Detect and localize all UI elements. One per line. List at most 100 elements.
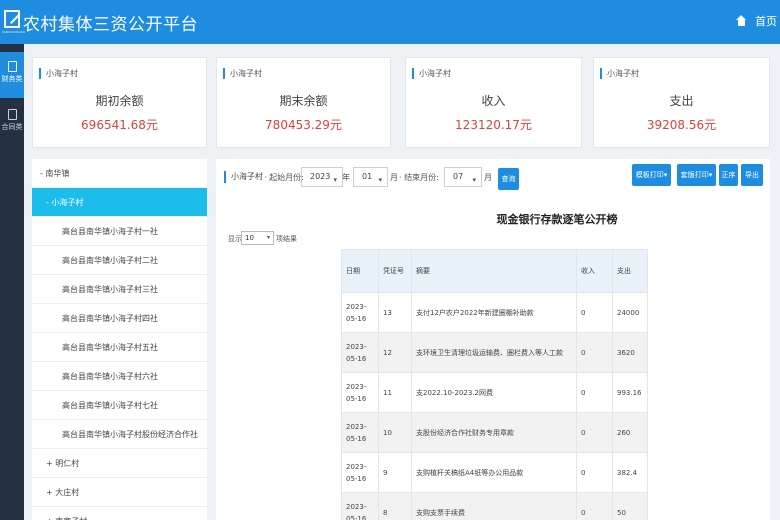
stat-label: 期末余额: [279, 94, 328, 108]
cell-summary: 支付12户农户2022年新建圈棚补助款: [411, 292, 577, 333]
year-unit: 年: [342, 173, 350, 182]
cell-expense: 3620: [612, 332, 648, 373]
tree-node-group[interactable]: 高台县南华镇小海子村二社: [32, 246, 207, 275]
stat-card-opening-balance: 小海子村 期初余额 696541.68元: [32, 57, 207, 148]
chevron-down-icon: ▾: [333, 176, 337, 184]
tree-node-group[interactable]: 高台县南华镇小海子村五社: [32, 333, 207, 362]
stat-card-closing-balance: 小海子村 期末余额 780453.29元: [216, 57, 391, 148]
stat-village: 小海子村: [600, 68, 639, 79]
cell-income: 0: [576, 452, 613, 493]
tree-node-group[interactable]: 高台县南华镇小海子村六社: [32, 362, 207, 391]
table-row: 2023-05-16 11 支2022.10-2023.2网费 0 993.16: [341, 372, 648, 413]
cell-voucher: 12: [378, 332, 412, 373]
sort-order-button[interactable]: 正序: [719, 164, 738, 186]
org-tree: - 南华镇 - 小海子村 高台县南华镇小海子村一社 高台县南华镇小海子村二社 高…: [32, 159, 207, 520]
stat-village: 小海子村: [412, 68, 451, 79]
cell-expense: 382.4: [612, 452, 648, 493]
home-icon[interactable]: [736, 15, 747, 27]
cell-income: 0: [576, 292, 613, 333]
table-row: 2023-05-16 9 支购植杆关稿纸A4纸等办公用品款 0 382.4: [341, 452, 648, 493]
table-row: 2023-05-16 13 支付12户农户2022年新建圈棚补助款 0 2400…: [341, 292, 648, 333]
tree-node-group[interactable]: 高台县南华镇小海子村股份经济合作社: [32, 420, 207, 449]
tree-node-village[interactable]: + 大庄村: [32, 478, 207, 507]
cell-date: 2023-05-16: [341, 492, 379, 520]
stat-value: 696541.68元: [81, 118, 158, 132]
print-package-button[interactable]: 套版打印▾: [677, 164, 716, 186]
logo-caption: SANZIGONGKAI: [2, 30, 26, 34]
tree-node-village[interactable]: + 南寨子村: [32, 507, 207, 520]
month-unit: 月: [390, 173, 398, 182]
cell-voucher: 11: [378, 372, 412, 413]
cell-summary: 支2022.10-2023.2网费: [411, 372, 577, 413]
end-month-select[interactable]: 07 ▾: [444, 167, 482, 187]
query-button[interactable]: 查询: [498, 168, 519, 190]
cell-expense: 50: [612, 492, 648, 520]
calculator-icon: [7, 61, 17, 72]
chevron-down-icon: ▾: [378, 176, 382, 184]
start-month-label: · 起始月份:: [264, 173, 304, 182]
nav-contract-label: 合同类: [1, 123, 23, 131]
end-month-label: · 结束月份:: [399, 173, 439, 182]
filter-village: 小海子村: [224, 171, 263, 183]
cell-expense: 993.16: [612, 372, 648, 413]
page-size-suffix: 项结果: [276, 235, 297, 243]
header-expense[interactable]: 支出: [612, 249, 648, 293]
table-row: 2023-05-16 10 支股份经济合作社财务专用章款 0 260: [341, 412, 648, 453]
end-month-unit: 月: [484, 173, 492, 182]
tree-node-group[interactable]: 高台县南华镇小海子村三社: [32, 275, 207, 304]
header-income[interactable]: 收入: [576, 249, 613, 293]
tree-node-group[interactable]: 高台县南华镇小海子村七社: [32, 391, 207, 420]
app-title: 农村集体三资公开平台: [23, 15, 198, 35]
logo-mark-icon: [4, 10, 20, 28]
nav-finance-label: 财务类: [1, 75, 23, 83]
cell-expense: 24000: [612, 292, 648, 333]
stat-label: 期初余额: [95, 94, 144, 108]
table-row: 2023-05-16 12 支环境卫生清理垃圾运输费、圈栏费入等人工款 0 36…: [341, 332, 648, 373]
year-value: 2023: [310, 172, 331, 181]
cell-voucher: 10: [378, 412, 412, 453]
cell-summary: 支购支票手续费: [411, 492, 577, 520]
stat-value: 39208.56元: [646, 118, 717, 132]
cell-income: 0: [576, 372, 613, 413]
start-month-select[interactable]: 01 ▾: [353, 167, 388, 187]
table-header-row: 日期 凭证号 摘要 收入 支出: [341, 249, 648, 293]
header-voucher[interactable]: 凭证号: [378, 249, 412, 293]
table-title: 现金银行存款逐笔公开榜: [496, 213, 618, 226]
cell-voucher: 8: [378, 492, 412, 520]
stat-label: 支出: [669, 94, 694, 108]
page-size-select[interactable]: 10 ▾: [241, 231, 274, 245]
chevron-down-icon: ▾: [472, 176, 476, 184]
page-size-value: 10: [245, 234, 254, 242]
tree-node-group[interactable]: 高台县南华镇小海子村一社: [32, 217, 207, 246]
ledger-table: 日期 凭证号 摘要 收入 支出 2023-05-16 13 支付12户农户202…: [341, 249, 648, 520]
cell-date: 2023-05-16: [341, 292, 379, 333]
stat-village: 小海子村: [39, 68, 78, 79]
top-bar: SANZIGONGKAI 农村集体三资公开平台 首页: [0, 0, 780, 44]
tree-node-village[interactable]: + 明仁村: [32, 449, 207, 478]
app-logo: SANZIGONGKAI: [2, 8, 26, 36]
cell-date: 2023-05-16: [341, 332, 379, 373]
start-month-value: 01: [362, 172, 373, 181]
nav-finance[interactable]: 财务类: [0, 52, 24, 98]
cell-summary: 支股份经济合作社财务专用章款: [411, 412, 577, 453]
stat-value: 780453.29元: [265, 118, 342, 132]
tree-node-village[interactable]: - 小海子村: [32, 188, 207, 217]
cell-income: 0: [576, 492, 613, 520]
cell-voucher: 9: [378, 452, 412, 493]
tree-node-town[interactable]: - 南华镇: [32, 159, 207, 188]
tree-node-group[interactable]: 高台县南华镇小海子村四社: [32, 304, 207, 333]
print-template-button[interactable]: 模板打印▾: [632, 164, 671, 186]
stat-village: 小海子村: [223, 68, 262, 79]
home-link[interactable]: 首页: [755, 13, 777, 29]
header-summary[interactable]: 摘要: [411, 249, 577, 293]
chevron-down-icon: ▾: [266, 234, 270, 241]
stat-card-expense: 小海子村 支出 39208.56元: [593, 57, 770, 148]
export-button[interactable]: 导出: [741, 164, 763, 186]
table-row: 2023-05-16 8 支购支票手续费 0 50: [341, 492, 648, 520]
year-select[interactable]: 2023 ▾: [301, 167, 343, 187]
nav-contract[interactable]: 合同类: [0, 100, 24, 146]
header-date[interactable]: 日期: [341, 249, 379, 293]
cell-date: 2023-05-16: [341, 452, 379, 493]
cell-income: 0: [576, 412, 613, 453]
main-panel: 小海子村 · 起始月份: 2023 ▾ 年 01 ▾ 月 · 结束月份: 07 …: [216, 159, 770, 520]
